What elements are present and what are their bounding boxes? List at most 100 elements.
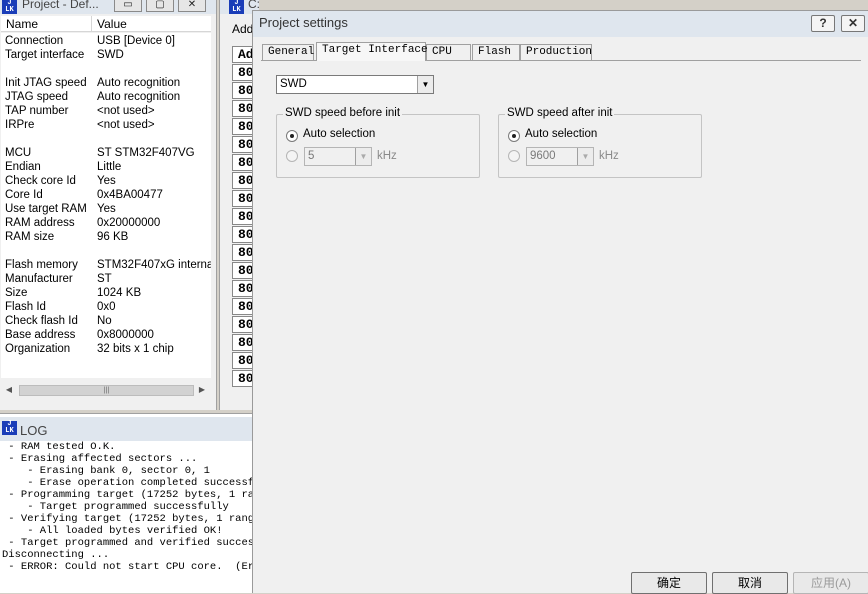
property-value: 0x8000000	[97, 329, 154, 341]
property-row[interactable]: Core Id 0x4BA00477	[1, 189, 211, 203]
property-row[interactable]: TAP number <not used>	[1, 105, 211, 119]
interface-select-value: SWD	[280, 78, 307, 90]
property-row[interactable]: Connection USB [Device 0]	[1, 35, 211, 49]
before-init-auto-label[interactable]: Auto selection	[303, 128, 375, 140]
property-row[interactable]: Target interface SWD	[1, 49, 211, 63]
property-row[interactable]: JTAG speed Auto recognition	[1, 91, 211, 105]
interface-select[interactable]: SWD ▼	[276, 75, 434, 94]
ok-button[interactable]: 确定	[631, 572, 707, 594]
log-titlebar[interactable]: J LK LOG	[0, 417, 252, 441]
property-name: RAM address	[5, 217, 75, 229]
tab-production[interactable]: Production	[520, 44, 592, 60]
property-row[interactable]: Check flash Id No	[1, 315, 211, 329]
log-window-title: LOG	[20, 423, 48, 438]
property-value: ST	[97, 273, 112, 285]
log-line: - Erasing bank 0, sector 0, 1	[2, 465, 210, 477]
after-init-auto-label[interactable]: Auto selection	[525, 128, 597, 140]
scroll-thumb[interactable]: |||	[19, 385, 194, 396]
property-name: Flash Id	[5, 301, 46, 313]
property-value: 96 KB	[97, 231, 129, 243]
jlink-app-icon: J LK	[229, 0, 244, 14]
before-init-manual-radio[interactable]	[286, 150, 298, 162]
column-header-value[interactable]: Value	[97, 17, 127, 31]
horizontal-scrollbar[interactable]: ◀ ||| ▶	[1, 382, 211, 399]
after-init-manual-radio[interactable]	[508, 150, 520, 162]
minimize-button[interactable]: ▭	[114, 0, 142, 12]
tab-flash[interactable]: Flash	[472, 44, 520, 60]
chevron-down-icon[interactable]: ▼	[355, 148, 371, 165]
swd-speed-before-init-group: SWD speed before init Auto selection 5 ▼…	[276, 107, 480, 178]
property-row[interactable]: Use target RAM Yes	[1, 203, 211, 217]
before-init-speed-select[interactable]: 5 ▼	[304, 147, 372, 166]
log-line: Disconnecting ...	[2, 549, 110, 561]
property-value: <not used>	[97, 119, 155, 131]
after-init-speed-select[interactable]: 9600 ▼	[526, 147, 594, 166]
property-row[interactable]: Organization 32 bits x 1 chip	[1, 343, 211, 357]
property-name: Endian	[5, 161, 41, 173]
scroll-left-icon[interactable]: ◀	[3, 384, 15, 396]
group-label-before-init: SWD speed before init	[283, 107, 403, 119]
property-row[interactable]: Base address 0x8000000	[1, 329, 211, 343]
hex-toolbar-label[interactable]: Add	[232, 22, 253, 36]
property-list-header: Name Value	[1, 16, 211, 32]
log-line: - Target programmed and verified success…	[2, 537, 252, 549]
before-init-auto-radio[interactable]	[286, 130, 298, 142]
property-name: MCU	[5, 147, 32, 159]
after-init-speed-value: 9600	[530, 150, 556, 162]
project-window: J LK Project - Def... ▭ ▢ ✕ Name Value Co…	[0, 0, 217, 410]
property-name: Use target RAM	[5, 203, 87, 215]
project-titlebar[interactable]: J LK Project - Def... ▭ ▢ ✕	[0, 0, 216, 14]
property-row[interactable]: Check core Id Yes	[1, 175, 211, 189]
property-row[interactable]: Manufacturer ST	[1, 273, 211, 287]
log-line: - Target programmed successfully	[2, 501, 229, 513]
restore-button[interactable]: ▢	[146, 0, 174, 12]
tab-cpu[interactable]: CPU	[426, 44, 471, 60]
property-list[interactable]: Connection USB [Device 0] Target interface…	[1, 33, 211, 378]
property-name: Flash memory	[5, 259, 78, 271]
chevron-down-icon[interactable]: ▼	[577, 148, 593, 165]
property-row[interactable]: Endian Little	[1, 161, 211, 175]
project-window-title: Project - Def...	[22, 0, 99, 11]
after-init-auto-radio[interactable]	[508, 130, 520, 142]
jlink-app-icon: J LK	[2, 421, 17, 435]
chevron-down-icon[interactable]: ▼	[417, 76, 433, 93]
property-name: IRPre	[5, 119, 35, 131]
property-row[interactable]: Size 1024 KB	[1, 287, 211, 301]
dialog-close-button[interactable]: ✕	[841, 15, 865, 32]
property-value: ST STM32F407VG	[97, 147, 195, 159]
property-value: <not used>	[97, 105, 155, 117]
property-value: Auto recognition	[97, 77, 181, 89]
property-row[interactable]: IRPre <not used>	[1, 119, 211, 133]
property-value: SWD	[97, 49, 124, 61]
close-button[interactable]: ✕	[178, 0, 206, 12]
tab-target-interface[interactable]: Target Interface	[316, 42, 428, 61]
property-row[interactable]: Init JTAG speed Auto recognition	[1, 77, 211, 91]
property-value: Yes	[97, 203, 116, 215]
property-name: Init JTAG speed	[5, 77, 87, 89]
property-row[interactable]: MCU ST STM32F407VG	[1, 147, 211, 161]
property-row[interactable]: RAM size 96 KB	[1, 231, 211, 245]
property-name: TAP number	[5, 105, 69, 117]
property-value: 32 bits x 1 chip	[97, 343, 174, 355]
property-value: USB [Device 0]	[97, 35, 175, 47]
column-header-name[interactable]: Name	[6, 17, 38, 31]
tab-general[interactable]: General	[262, 44, 314, 60]
cancel-button[interactable]: 取消	[712, 572, 788, 594]
dialog-titlebar[interactable]: Project settings ? ✕	[253, 11, 868, 37]
property-value: 1024 KB	[97, 287, 142, 299]
property-name: Connection	[5, 35, 64, 47]
apply-button[interactable]: 应用(A)	[793, 572, 868, 594]
property-row[interactable]: Flash memory STM32F407xG internal	[1, 259, 211, 273]
help-button[interactable]: ?	[811, 15, 835, 32]
property-value: 0x4BA00477	[97, 189, 163, 201]
property-name: Core Id	[5, 189, 43, 201]
log-line: - Erasing affected sectors ...	[2, 453, 198, 465]
property-row[interactable]: RAM address 0x20000000	[1, 217, 211, 231]
property-row[interactable]: Flash Id 0x0	[1, 301, 211, 315]
log-line: - Verifying target (17252 bytes, 1 range…	[2, 513, 252, 525]
log-window: J LK LOG - RAM tested O.K. - Erasing affe…	[0, 413, 252, 593]
property-value: No	[97, 315, 112, 327]
scroll-right-icon[interactable]: ▶	[196, 384, 208, 396]
column-separator[interactable]	[91, 16, 92, 32]
log-line: - RAM tested O.K.	[2, 441, 116, 453]
